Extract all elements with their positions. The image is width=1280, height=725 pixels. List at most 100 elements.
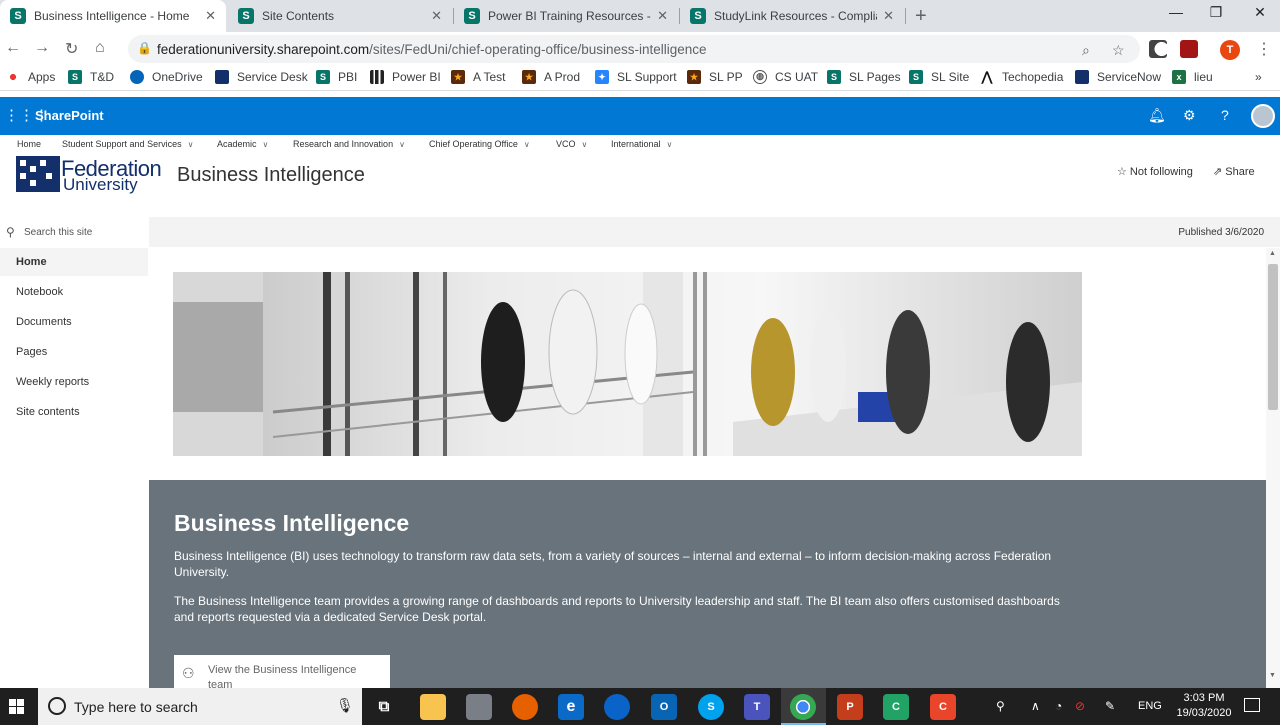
home-icon[interactable]: ⌂: [95, 39, 105, 57]
bookmark-service-desk[interactable]: Service Desk: [215, 70, 308, 84]
intro-section: Business Intelligence Business Intellige…: [149, 480, 1266, 688]
hub-nav-home[interactable]: Home: [17, 139, 41, 149]
scroll-up-icon[interactable]: ▲: [1269, 250, 1276, 257]
help-icon[interactable]: ?: [1221, 107, 1229, 123]
bookmark-a-prod[interactable]: ★ A Prod: [522, 70, 580, 84]
bookmark-pbi[interactable]: S PBI: [316, 70, 357, 84]
profile-avatar[interactable]: T: [1220, 40, 1240, 60]
camtasia-recorder-icon[interactable]: C: [930, 694, 956, 720]
hub-nav-research-innovation[interactable]: Research and Innovation ∨: [293, 139, 405, 149]
left-nav-site-contents[interactable]: Site contents: [0, 398, 148, 426]
search-input[interactable]: [24, 223, 144, 241]
clock[interactable]: 3:03 PM 19/03/2020: [1172, 691, 1236, 721]
hub-nav-international[interactable]: International ∨: [611, 139, 672, 149]
share-button[interactable]: ⇗ Share: [1213, 165, 1255, 178]
menu-kebab-icon[interactable]: ⋮: [1256, 39, 1272, 59]
chevron-up-icon[interactable]: ∧: [1031, 699, 1040, 713]
bookmark-cs-uat[interactable]: ◍ CS UAT: [753, 70, 818, 84]
network-blocked-icon[interactable]: ⊘: [1075, 699, 1085, 713]
adobe-pdf-icon[interactable]: [1180, 40, 1198, 58]
tab-power-bi-training[interactable]: S Power BI Training Resources - Ho ✕: [454, 0, 678, 32]
outlook-icon[interactable]: O: [651, 694, 677, 720]
pen-icon[interactable]: ✎: [1105, 699, 1115, 713]
camtasia-icon[interactable]: C: [883, 694, 909, 720]
apps-grid-icon: [6, 70, 20, 84]
bookmark-star-icon[interactable]: ☆: [1112, 42, 1125, 59]
skype-icon[interactable]: S: [698, 694, 724, 720]
bookmark-sl-pages[interactable]: S SL Pages: [827, 70, 901, 84]
hub-nav-vco[interactable]: VCO ∨: [556, 139, 587, 149]
bookmark-lieu[interactable]: x lieu: [1172, 70, 1213, 84]
close-window-button[interactable]: ✕: [1238, 4, 1280, 21]
scroll-thumb[interactable]: [1268, 264, 1278, 410]
url-text[interactable]: federationuniversity.sharepoint.com/site…: [157, 42, 707, 57]
view-team-button[interactable]: ⚇ View the Business Intelligence team: [174, 655, 390, 688]
hub-nav-academic[interactable]: Academic ∨: [217, 139, 268, 149]
scroll-down-icon[interactable]: ▼: [1269, 672, 1276, 679]
bookmark-a-test[interactable]: ★ A Test: [451, 70, 505, 84]
bell-icon[interactable]: 🔔︎: [1148, 107, 1166, 124]
language-indicator[interactable]: ENG: [1138, 700, 1162, 712]
hub-nav-student-support[interactable]: Student Support and Services ∨: [62, 139, 193, 149]
left-nav-weekly-reports[interactable]: Weekly reports: [0, 368, 148, 396]
bookmarks-overflow[interactable]: »: [1255, 70, 1262, 84]
reload-icon[interactable]: ↻: [65, 39, 78, 59]
address-bar[interactable]: 🔒 federationuniversity.sharepoint.com/si…: [128, 35, 1140, 63]
firefox-icon[interactable]: [512, 694, 538, 720]
bookmark-power-bi[interactable]: Power BI: [370, 70, 441, 84]
file-explorer-icon[interactable]: [420, 694, 446, 720]
back-icon[interactable]: ←: [5, 39, 21, 57]
start-button[interactable]: [0, 688, 36, 725]
left-nav-pages[interactable]: Pages: [0, 338, 148, 366]
new-tab-button[interactable]: +: [915, 5, 927, 28]
follow-button[interactable]: ☆ Not following: [1117, 165, 1193, 178]
user-avatar[interactable]: [1251, 104, 1275, 128]
teams-icon[interactable]: T: [744, 694, 770, 720]
extension-dark-icon[interactable]: [1149, 40, 1167, 58]
close-icon[interactable]: ✕: [205, 8, 216, 24]
bookmark-servicenow[interactable]: ServiceNow: [1075, 70, 1161, 84]
tab-studylink-resources[interactable]: S StudyLink Resources - Complianc ✕: [680, 0, 904, 32]
hub-nav-chief-operating-office[interactable]: Chief Operating Office ∨: [429, 139, 530, 149]
gear-icon[interactable]: ⚙: [1183, 107, 1196, 124]
sharepoint-icon: S: [238, 8, 254, 24]
people-tray-icon[interactable]: ⚲: [996, 699, 1005, 713]
suite-bar: ⋮⋮⋮ SharePoint 🔔︎ ⚙ ?: [0, 97, 1280, 135]
bookmark-td[interactable]: S T&D: [68, 70, 114, 84]
bookmark-onedrive[interactable]: OneDrive: [130, 70, 203, 84]
minimize-button[interactable]: —: [1154, 4, 1198, 20]
task-view-icon[interactable]: ⧉: [371, 694, 397, 720]
tab-business-intelligence-home[interactable]: S Business Intelligence - Home ✕: [0, 0, 226, 32]
tab-site-contents[interactable]: S Site Contents ✕: [228, 0, 452, 32]
close-icon[interactable]: ✕: [657, 8, 668, 24]
bookmark-techopedia[interactable]: ⋀ Techopedia: [980, 70, 1063, 84]
wifi-icon[interactable]: ◔: [1055, 699, 1062, 713]
left-nav-home[interactable]: Home: [0, 248, 148, 276]
sharepoint-app-title[interactable]: SharePoint: [35, 108, 104, 123]
taskbar-search[interactable]: 🎙︎: [38, 688, 362, 725]
page-scrollbar[interactable]: ▲ ▼: [1266, 248, 1280, 688]
powerpoint-icon[interactable]: P: [837, 694, 863, 720]
bookmark-sl-support[interactable]: ✦ SL Support: [595, 70, 677, 84]
tab-divider: [905, 8, 906, 24]
bookmark-apps[interactable]: Apps: [6, 70, 55, 84]
close-icon[interactable]: ✕: [883, 8, 894, 24]
federation-university-logo[interactable]: Federation University: [16, 156, 166, 196]
left-nav-documents[interactable]: Documents: [0, 308, 148, 336]
bookmark-sl-pp[interactable]: ★ SL PP: [687, 70, 743, 84]
site-search[interactable]: ⚲: [0, 217, 148, 247]
microphone-icon[interactable]: 🎙︎: [336, 697, 354, 714]
site-title[interactable]: Business Intelligence: [177, 164, 365, 187]
notifications-icon[interactable]: [1244, 698, 1260, 712]
snipping-tool-icon[interactable]: [466, 694, 492, 720]
taskbar-search-input[interactable]: [74, 697, 324, 717]
bookmark-sl-site[interactable]: S SL Site: [909, 70, 969, 84]
forward-icon[interactable]: →: [34, 39, 50, 57]
edge-icon[interactable]: e: [558, 694, 584, 720]
restore-button[interactable]: ❐: [1194, 4, 1238, 21]
left-nav-notebook[interactable]: Notebook: [0, 278, 148, 306]
firefox-dev-icon[interactable]: [604, 694, 630, 720]
close-icon[interactable]: ✕: [431, 8, 442, 24]
zoom-search-icon[interactable]: ⌕: [1082, 42, 1090, 59]
chrome-icon[interactable]: [790, 694, 816, 720]
